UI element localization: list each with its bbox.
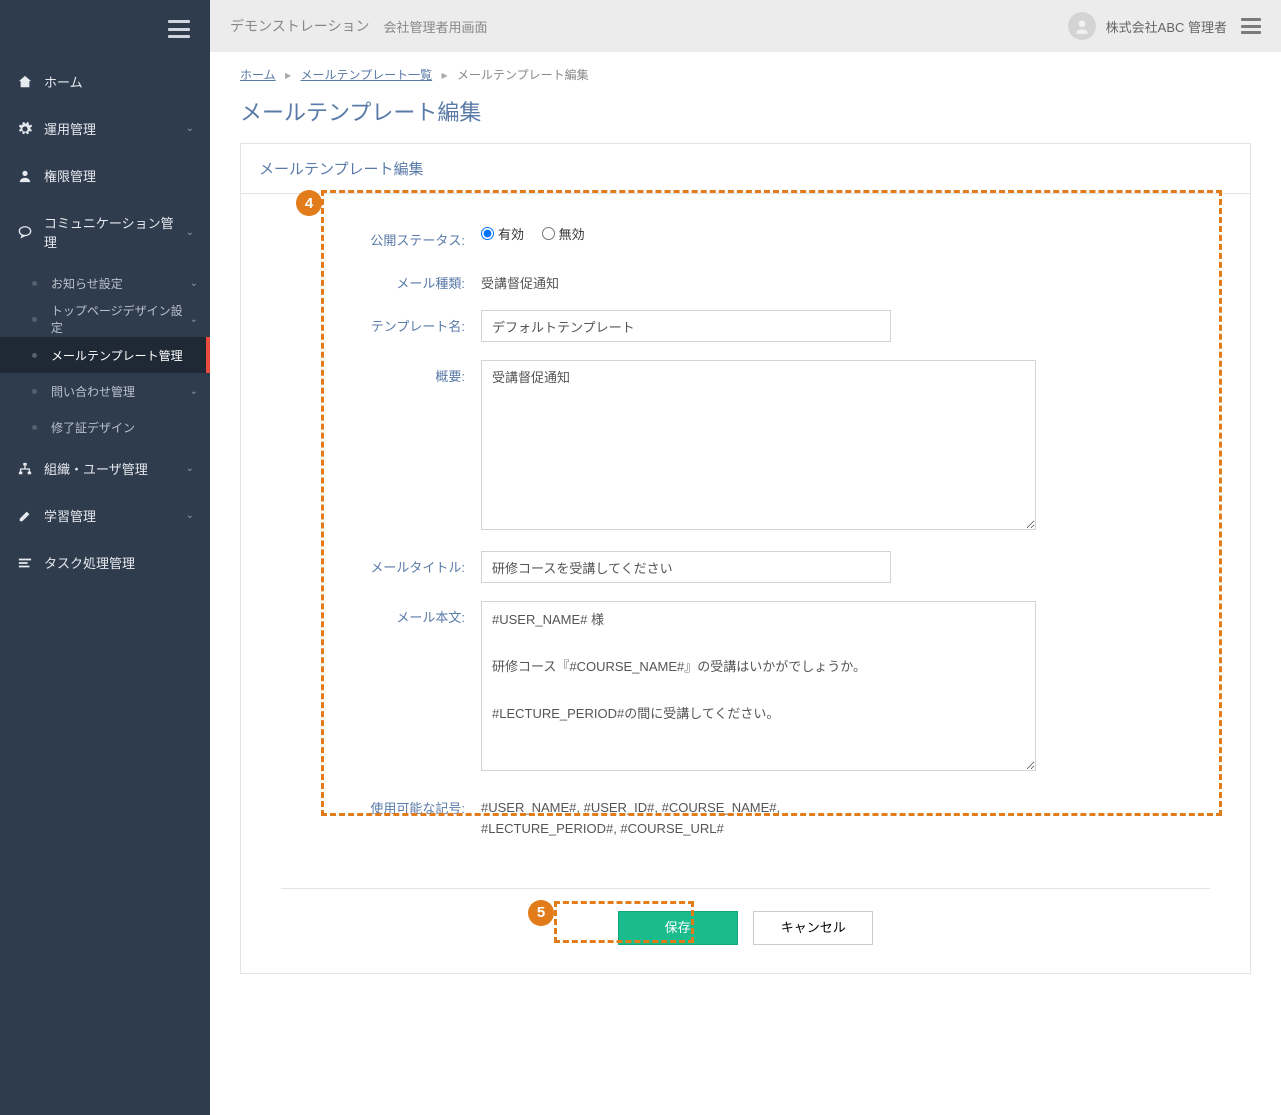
sidebar-sub-label: お知らせ設定: [51, 275, 123, 292]
speech-bubble-icon: [16, 225, 34, 239]
current-user-label: 株式会社ABC 管理者: [1106, 17, 1227, 36]
sidebar-sub-inquiry[interactable]: 問い合わせ管理 ⌄: [0, 373, 210, 409]
sidebar-item-permissions[interactable]: 権限管理: [0, 152, 210, 199]
radio-disabled-input[interactable]: [542, 227, 555, 240]
home-icon: [16, 75, 34, 89]
label-publish-status: 公開ステータス:: [281, 224, 481, 249]
value-available-symbols: #USER_NAME#, #USER_ID#, #COURSE_NAME#, #…: [481, 792, 901, 840]
breadcrumb-current: メールテンプレート編集: [457, 68, 589, 82]
page-title: メールテンプレート編集: [210, 91, 1281, 143]
label-template-name: テンプレート名:: [281, 310, 481, 335]
bullet-icon: [32, 425, 37, 430]
annotation-badge-4: 4: [296, 190, 322, 216]
avatar[interactable]: [1068, 12, 1096, 40]
chevron-down-icon: ⌄: [190, 386, 198, 397]
sidebar-label-permissions: 権限管理: [44, 166, 96, 185]
brand-label: デモンストレーション: [230, 16, 369, 36]
chevron-down-icon: ⌄: [190, 278, 198, 289]
sidebar-item-org-user[interactable]: 組織・ユーザ管理 ⌄: [0, 445, 210, 492]
annotation-badge-5: 5: [528, 900, 554, 926]
breadcrumb-list[interactable]: メールテンプレート一覧: [300, 68, 432, 82]
breadcrumb-sep-icon: ▶: [441, 71, 447, 80]
sidebar-sub-notice[interactable]: お知らせ設定 ⌄: [0, 265, 210, 301]
radio-enabled[interactable]: 有効: [481, 224, 524, 243]
sidebar-item-communication[interactable]: コミュニケーション管理 ⌄: [0, 199, 210, 265]
sidebar-sub-label: 修了証デザイン: [51, 419, 135, 436]
save-button[interactable]: 保存: [618, 911, 738, 945]
sidebar-item-task[interactable]: タスク処理管理: [0, 539, 210, 586]
chevron-down-icon: ⌄: [186, 463, 194, 474]
textarea-mail-body[interactable]: [481, 601, 1036, 771]
list-bars-icon: [16, 556, 34, 570]
sidebar-label-task: タスク処理管理: [44, 553, 135, 572]
sidebar-toggle-icon[interactable]: [168, 20, 190, 38]
sidebar-sub-label: メールテンプレート管理: [51, 347, 183, 364]
topbar: デモンストレーション 会社管理者用画面 株式会社ABC 管理者: [210, 0, 1281, 52]
breadcrumb-home[interactable]: ホーム: [240, 68, 276, 82]
value-mail-type: 受講督促通知: [481, 267, 1041, 292]
breadcrumb: ホーム ▶ メールテンプレート一覧 ▶ メールテンプレート編集: [210, 52, 1281, 91]
radio-disabled-label: 無効: [559, 224, 585, 243]
sidebar-label-learning: 学習管理: [44, 506, 96, 525]
chevron-down-icon: ⌄: [190, 314, 198, 325]
sidebar-label-operations: 運用管理: [44, 119, 96, 138]
actions: 5 保存 キャンセル: [241, 889, 1250, 973]
chevron-down-icon: ⌄: [186, 123, 194, 134]
sidebar-sub-certificate[interactable]: 修了証デザイン: [0, 409, 210, 445]
bullet-icon: [32, 389, 37, 394]
gear-icon: [16, 122, 34, 136]
user-icon: [16, 169, 34, 183]
sidebar-label-org-user: 組織・ユーザ管理: [44, 459, 148, 478]
sidebar-sub-label: トップページデザイン設定: [51, 302, 190, 336]
cancel-button[interactable]: キャンセル: [753, 911, 873, 945]
pencil-icon: [16, 509, 34, 523]
sidebar-label-home: ホーム: [44, 72, 83, 91]
bullet-icon: [32, 317, 37, 322]
edit-panel: メールテンプレート編集 4 公開ステータス: 有効 無効: [240, 143, 1251, 974]
radio-disabled[interactable]: 無効: [542, 224, 585, 243]
chevron-down-icon: ⌄: [186, 510, 194, 521]
sidebar-item-home[interactable]: ホーム: [0, 58, 210, 105]
input-template-name[interactable]: [481, 310, 891, 342]
textarea-summary[interactable]: [481, 360, 1036, 530]
admin-screen-label: 会社管理者用画面: [383, 17, 487, 36]
label-mail-body: メール本文:: [281, 601, 481, 626]
bullet-icon: [32, 281, 37, 286]
chevron-down-icon: ⌄: [186, 227, 194, 238]
sidebar: ホーム 運用管理 ⌄ 権限管理 コミュニケーション管理 ⌄ お知らせ設定 ⌄: [0, 0, 210, 1115]
sidebar-item-learning[interactable]: 学習管理 ⌄: [0, 492, 210, 539]
bullet-icon: [32, 353, 37, 358]
main: デモンストレーション 会社管理者用画面 株式会社ABC 管理者 ホーム ▶ メー…: [210, 0, 1281, 1115]
panel-title: メールテンプレート編集: [241, 144, 1250, 194]
header-menu-icon[interactable]: [1241, 18, 1261, 34]
label-mail-type: メール種類:: [281, 267, 481, 292]
radio-enabled-label: 有効: [498, 224, 524, 243]
radio-enabled-input[interactable]: [481, 227, 494, 240]
label-available-symbols: 使用可能な記号:: [281, 792, 481, 817]
input-mail-title[interactable]: [481, 551, 891, 583]
breadcrumb-sep-icon: ▶: [285, 71, 291, 80]
sidebar-sub-mail-template[interactable]: メールテンプレート管理: [0, 337, 210, 373]
label-mail-title: メールタイトル:: [281, 551, 481, 576]
sidebar-sub-label: 問い合わせ管理: [51, 383, 135, 400]
org-icon: [16, 462, 34, 476]
label-summary: 概要:: [281, 360, 481, 385]
sidebar-sub-top-design[interactable]: トップページデザイン設定 ⌄: [0, 301, 210, 337]
sidebar-label-communication: コミュニケーション管理: [44, 213, 186, 251]
sidebar-item-operations[interactable]: 運用管理 ⌄: [0, 105, 210, 152]
